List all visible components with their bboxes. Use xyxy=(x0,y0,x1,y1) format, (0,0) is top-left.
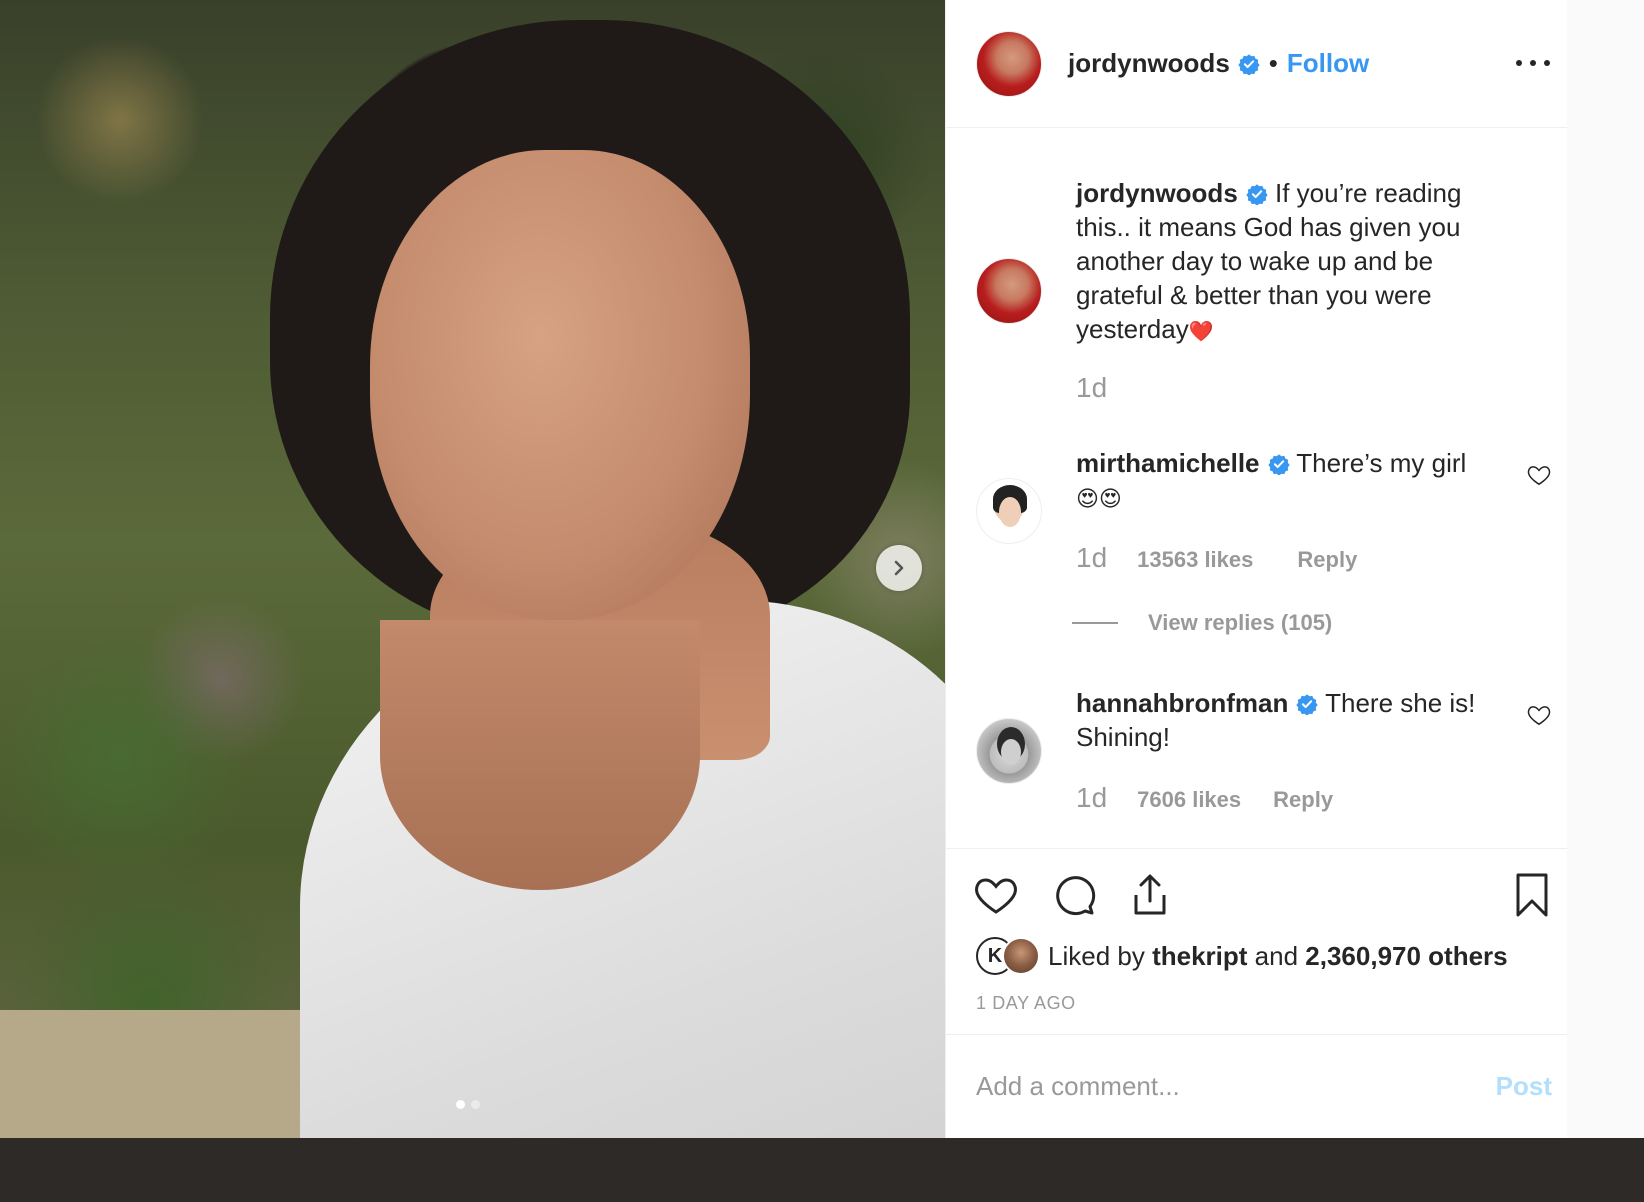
comment-like-heart-icon[interactable] xyxy=(1526,462,1552,488)
liker-avatar[interactable] xyxy=(1002,937,1040,975)
comment-meta: 1d 7606 likes Reply xyxy=(1076,782,1333,814)
page-background-right xyxy=(1567,0,1644,1202)
comment-username[interactable]: mirthamichelle xyxy=(1076,448,1260,478)
header-separator: • xyxy=(1268,48,1278,78)
verified-badge-icon xyxy=(1267,454,1290,475)
comment-body: mirthamichelle There’s my girl 😍😍 xyxy=(1076,446,1476,516)
verified-badge-icon xyxy=(1296,694,1318,715)
comment-avatar[interactable] xyxy=(976,718,1042,784)
bookmark-icon[interactable] xyxy=(1508,871,1556,919)
add-comment-bar: Post xyxy=(946,1034,1568,1138)
caption-avatar[interactable] xyxy=(976,258,1042,324)
carousel-dot-active xyxy=(456,1100,465,1109)
comment-input[interactable] xyxy=(976,1071,1476,1102)
post-date[interactable]: 1 DAY AGO xyxy=(976,993,1076,1014)
carousel-next-button[interactable] xyxy=(876,545,922,591)
comment-username[interactable]: hannahbronfman xyxy=(1076,688,1288,718)
likes-text: Liked by thekript and 2,360,970 others xyxy=(1048,941,1508,972)
author-username[interactable]: jordynwoods xyxy=(1068,48,1230,79)
caption-body: jordynwoods If you’re reading this.. it … xyxy=(1076,176,1476,349)
post-comment-button[interactable]: Post xyxy=(1496,1071,1552,1102)
page-background-bottom xyxy=(0,1138,1644,1202)
carousel-dot xyxy=(471,1100,480,1109)
caption-emoji: ❤️ xyxy=(1188,321,1214,343)
caption-meta: 1d xyxy=(1076,372,1137,404)
carousel-indicator xyxy=(456,1100,480,1109)
likes-others[interactable]: 2,360,970 others xyxy=(1305,941,1507,971)
likes-joiner: and xyxy=(1254,940,1299,971)
comment-reply-button[interactable]: Reply xyxy=(1273,787,1333,813)
post-photo xyxy=(0,0,990,1202)
likes-prefix: Liked by xyxy=(1048,940,1145,971)
view-replies-button[interactable]: View replies (105) xyxy=(1072,610,1332,636)
comments-list: jordynwoods If you’re reading this.. it … xyxy=(946,128,1568,848)
comment-meta: 1d 13563 likes Reply xyxy=(1076,542,1357,574)
chevron-right-icon xyxy=(894,560,904,576)
instagram-post-modal: jordynwoods • Follow jordynwoods If you’… xyxy=(0,0,1644,1202)
comment-time[interactable]: 1d xyxy=(1076,782,1107,814)
comment-emoji: 😍😍 xyxy=(1076,486,1122,511)
post-side-panel: jordynwoods • Follow jordynwoods If you’… xyxy=(945,0,1568,1138)
heart-icon[interactable] xyxy=(972,871,1020,919)
caption-username[interactable]: jordynwoods xyxy=(1076,178,1238,208)
verified-badge-icon xyxy=(1238,53,1260,75)
follow-button[interactable]: Follow xyxy=(1287,48,1369,79)
photo-face xyxy=(370,150,750,620)
comment-time[interactable]: 1d xyxy=(1076,542,1107,574)
author-avatar[interactable] xyxy=(976,30,1042,97)
post-actions: K Liked by thekript and 2,360,970 others… xyxy=(946,848,1568,1034)
comment-avatar[interactable] xyxy=(976,478,1042,544)
photo-neckline xyxy=(380,620,700,890)
share-icon[interactable] xyxy=(1126,871,1174,919)
comment-reply-button[interactable]: Reply xyxy=(1297,547,1357,573)
comment-icon[interactable] xyxy=(1050,871,1098,919)
likes-first-user[interactable]: thekript xyxy=(1152,941,1247,971)
comment-body: hannahbronfman There she is! Shining! xyxy=(1076,686,1476,754)
comment-text: There’s my girl xyxy=(1296,448,1467,478)
comment-likes[interactable]: 7606 likes xyxy=(1137,787,1241,813)
comment-likes[interactable]: 13563 likes xyxy=(1137,547,1253,573)
comment-like-heart-icon[interactable] xyxy=(1526,702,1552,728)
view-replies-label: View replies (105) xyxy=(1148,610,1333,635)
verified-badge-icon xyxy=(1246,184,1268,205)
likes-summary: K Liked by thekript and 2,360,970 others xyxy=(976,937,1508,975)
caption-time[interactable]: 1d xyxy=(1076,372,1107,404)
more-options-icon[interactable] xyxy=(1516,46,1550,80)
post-header: jordynwoods • Follow xyxy=(946,0,1568,128)
view-replies-line xyxy=(1072,622,1118,624)
